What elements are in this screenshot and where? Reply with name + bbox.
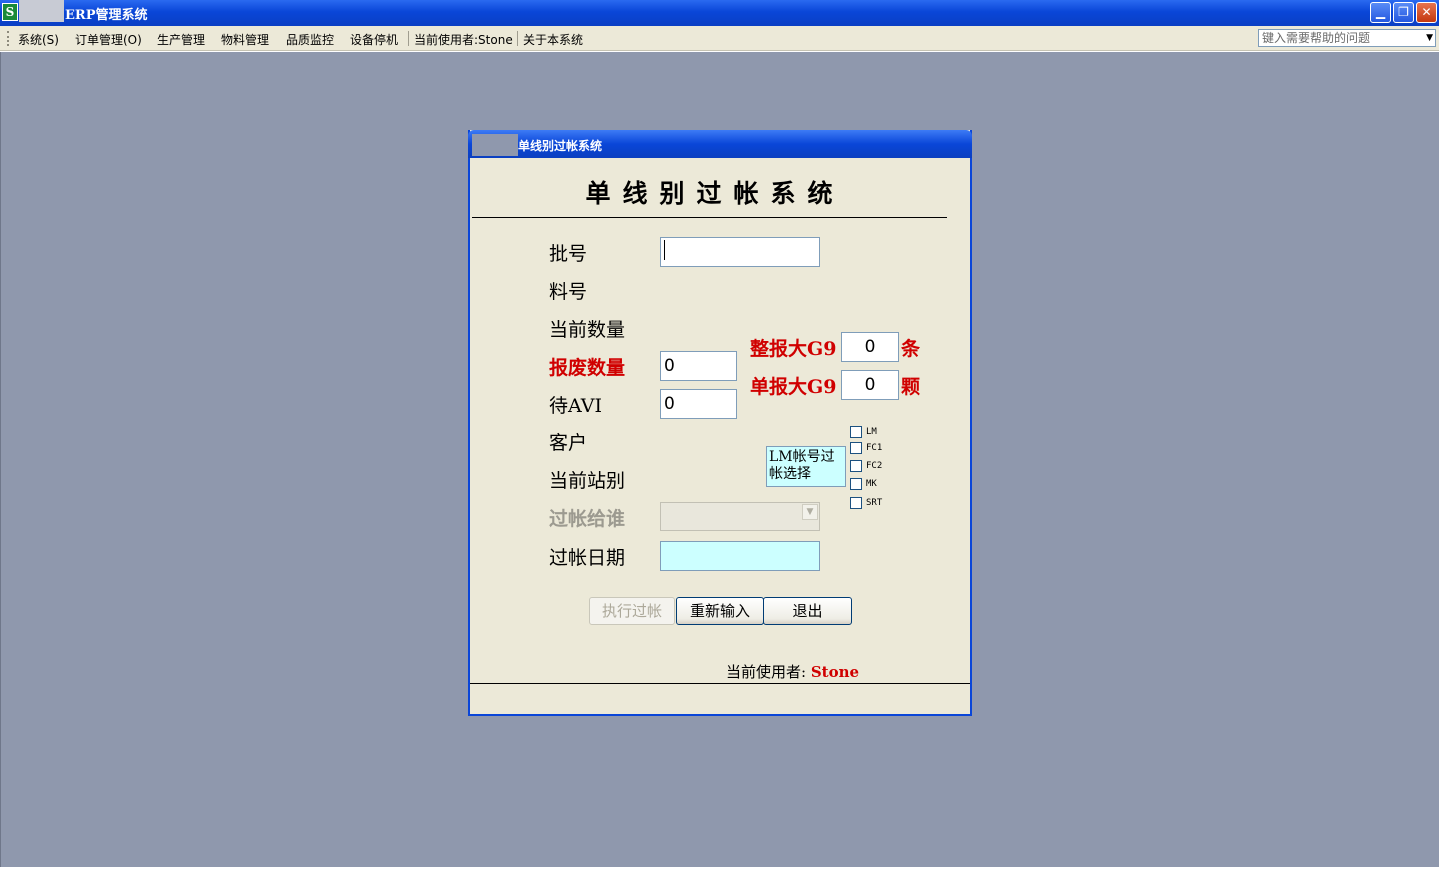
post-to-label: 过帐给谁 bbox=[549, 508, 626, 530]
current-user-label: 当前使用者: bbox=[726, 663, 807, 681]
close-button[interactable]: ✕ bbox=[1416, 2, 1437, 23]
posting-dialog: 单线别过帐系统 单线别过帐系统 批号 料号 当前数量 报废数量 待AVI 客户 … bbox=[468, 130, 972, 716]
help-search-input[interactable]: 键入需要帮助的问题 ▼ bbox=[1258, 29, 1436, 47]
post-date-label: 过帐日期 bbox=[549, 547, 626, 569]
menu-quality[interactable]: 品质监控 bbox=[286, 31, 334, 48]
menu-production[interactable]: 生产管理 bbox=[157, 31, 205, 48]
restore-button[interactable]: ❐ bbox=[1393, 2, 1414, 23]
whole-g9-label: 整报大G9 bbox=[750, 338, 837, 360]
reset-button[interactable]: 重新输入 bbox=[676, 597, 764, 625]
batch-input[interactable] bbox=[660, 237, 820, 267]
execute-posting-button: 执行过帐 bbox=[589, 597, 675, 625]
current-station-label: 当前站别 bbox=[549, 470, 626, 492]
material-label: 料号 bbox=[549, 281, 588, 303]
toolbar-grip-handle[interactable] bbox=[7, 31, 9, 46]
fc1-checkbox[interactable] bbox=[850, 442, 862, 454]
current-user-line: 当前使用者: Stone bbox=[726, 661, 859, 682]
fc2-checkbox-label: FC2 bbox=[866, 461, 883, 471]
fc2-checkbox[interactable] bbox=[850, 460, 862, 472]
srt-checkbox-label: SRT bbox=[866, 498, 883, 508]
lm-checkbox[interactable] bbox=[850, 426, 862, 438]
menu-system[interactable]: 系统(S) bbox=[18, 31, 59, 48]
lm-checkbox-label: LM bbox=[866, 427, 877, 437]
batch-label: 批号 bbox=[549, 243, 588, 265]
single-g9-input[interactable]: 0 bbox=[841, 370, 899, 400]
menu-bar: 系统(S) 订单管理(O) 生产管理 物料管理 品质监控 设备停机 当前使用者:… bbox=[0, 26, 1439, 51]
mk-checkbox[interactable] bbox=[850, 478, 862, 490]
strip-unit-label: 条 bbox=[901, 338, 921, 360]
exit-button[interactable]: 退出 bbox=[763, 597, 852, 625]
chevron-down-icon: ▼ bbox=[802, 504, 818, 520]
post-to-select: ▼ bbox=[660, 502, 820, 531]
scrap-qty-label: 报废数量 bbox=[549, 357, 626, 379]
current-qty-label: 当前数量 bbox=[549, 319, 626, 341]
menu-separator bbox=[517, 31, 518, 46]
scrap-qty-input[interactable]: 0 bbox=[660, 351, 737, 381]
dialog-title-placeholder bbox=[472, 134, 518, 156]
current-user-name: Stone bbox=[810, 663, 860, 681]
app-logo-icon: S bbox=[2, 3, 18, 21]
menu-current-user[interactable]: 当前使用者:Stone bbox=[414, 31, 513, 48]
post-date-input[interactable] bbox=[660, 541, 820, 571]
pending-avi-label: 待AVI bbox=[549, 395, 603, 417]
srt-checkbox[interactable] bbox=[850, 497, 862, 509]
lm-account-select-label: LM帐号过帐选择 bbox=[766, 446, 846, 487]
piece-unit-label: 颗 bbox=[901, 376, 921, 398]
mk-checkbox-label: MK bbox=[866, 479, 877, 489]
fc1-checkbox-label: FC1 bbox=[866, 443, 883, 453]
chevron-down-icon[interactable]: ▼ bbox=[1426, 30, 1433, 46]
menu-separator bbox=[408, 31, 409, 46]
customer-label: 客户 bbox=[549, 432, 588, 454]
pending-avi-input[interactable]: 0 bbox=[660, 389, 737, 419]
help-placeholder: 键入需要帮助的问题 bbox=[1262, 31, 1371, 45]
divider-bottom bbox=[470, 683, 970, 684]
menu-materials[interactable]: 物料管理 bbox=[221, 31, 269, 48]
whole-g9-input[interactable]: 0 bbox=[841, 332, 899, 362]
menu-about[interactable]: 关于本系统 bbox=[523, 31, 583, 48]
dialog-title: 单线别过帐系统 bbox=[518, 139, 603, 153]
single-g9-label: 单报大G9 bbox=[750, 376, 837, 398]
title-placeholder-block bbox=[19, 0, 64, 22]
minimize-button[interactable]: ▁ bbox=[1370, 2, 1391, 23]
window-title: ERP管理系统 bbox=[65, 8, 148, 23]
menu-orders[interactable]: 订单管理(O) bbox=[75, 31, 142, 48]
text-caret bbox=[664, 240, 665, 260]
main-title-bar[interactable]: S ERP管理系统 ▁ ❐ ✕ bbox=[0, 0, 1439, 26]
divider-top bbox=[472, 217, 947, 218]
dialog-title-bar[interactable]: 单线别过帐系统 bbox=[468, 130, 972, 158]
menu-equipment-downtime[interactable]: 设备停机 bbox=[350, 31, 398, 48]
dialog-heading: 单线别过帐系统 bbox=[585, 179, 845, 208]
